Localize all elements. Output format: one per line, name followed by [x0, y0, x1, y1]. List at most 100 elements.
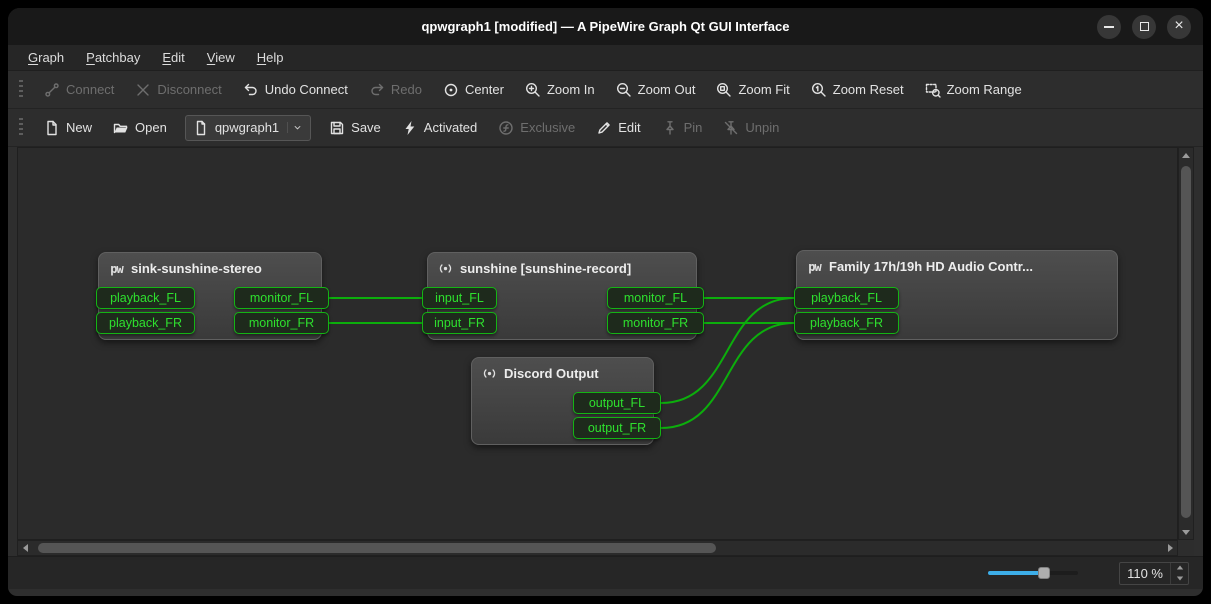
zoom-spinbox[interactable]: 110 %: [1119, 562, 1189, 585]
maximize-icon: [1140, 22, 1149, 31]
port-output_fl[interactable]: output_FL: [573, 392, 661, 414]
patchbay-profile-combobox[interactable]: qpwgraph1: [185, 115, 311, 141]
menu-edit[interactable]: Edit: [152, 47, 194, 68]
toolbar-button-label: Unpin: [745, 120, 779, 135]
pipewire-icon: pw: [807, 259, 822, 274]
horizontal-scroll-track[interactable]: [32, 541, 1163, 555]
scroll-left-button[interactable]: [18, 541, 32, 555]
toolbar-button-label: New: [66, 120, 92, 135]
scroll-up-button[interactable]: [1179, 148, 1193, 162]
node-header: pwsink-sunshine-stereo: [99, 253, 321, 284]
toolbar-button-label: Zoom Fit: [738, 82, 789, 97]
node-header: Discord Output: [472, 358, 653, 389]
minimize-icon: [1104, 26, 1114, 28]
minimize-button[interactable]: [1097, 15, 1121, 39]
menu-view[interactable]: View: [197, 47, 245, 68]
node-title: Family 17h/19h HD Audio Contr...: [829, 259, 1033, 274]
zoom-out-button[interactable]: Zoom Out: [607, 77, 705, 103]
close-icon: ×: [1174, 18, 1183, 34]
vertical-scroll-thumb[interactable]: [1181, 166, 1191, 518]
port-playback_fr[interactable]: playback_FR: [794, 312, 899, 334]
zoom-fit-button[interactable]: Zoom Fit: [707, 77, 798, 103]
pin-button: Pin: [653, 115, 712, 141]
toolbar-button-label: Exclusive: [520, 120, 575, 135]
menu-patchbay[interactable]: Patchbay: [76, 47, 150, 68]
node-title: Discord Output: [504, 366, 599, 381]
connect-icon: [44, 82, 60, 98]
graph-canvas[interactable]: pwsink-sunshine-stereoplayback_FLplaybac…: [17, 147, 1178, 540]
window-title: qpwgraph1 [modified] — A PipeWire Graph …: [421, 19, 789, 34]
main-toolbar: ConnectDisconnectUndo ConnectRedoCenterZ…: [8, 71, 1203, 109]
scroll-down-button[interactable]: [1179, 525, 1193, 539]
zoom-reset-icon: [811, 82, 827, 98]
zoom-in-icon[interactable]: [1090, 565, 1107, 582]
zoom-value: 110 %: [1120, 566, 1170, 581]
zoom-out-icon[interactable]: [959, 565, 976, 582]
node-title: sink-sunshine-stereo: [131, 261, 262, 276]
zoom-in-icon: [525, 82, 541, 98]
port-input_fr[interactable]: input_FR: [422, 312, 497, 334]
save-icon: [329, 120, 345, 136]
node-header: sunshine [sunshine-record]: [428, 253, 696, 284]
port-playback_fl[interactable]: playback_FL: [96, 287, 195, 309]
scroll-right-button[interactable]: [1163, 541, 1177, 555]
center-button[interactable]: Center: [434, 77, 513, 103]
menu-graph[interactable]: Graph: [18, 47, 74, 68]
node-header: pw Family 17h/19h HD Audio Contr...: [797, 251, 1117, 282]
pin-icon: [662, 120, 678, 136]
zoom-range-icon: [925, 82, 941, 98]
title-bar[interactable]: qpwgraph1 [modified] — A PipeWire Graph …: [8, 8, 1203, 45]
horizontal-scrollbar[interactable]: [17, 540, 1178, 556]
activated-button[interactable]: Activated: [393, 115, 486, 141]
zoom-slider[interactable]: [988, 566, 1078, 580]
zoom-slider-handle[interactable]: [1038, 567, 1050, 579]
horizontal-scroll-thumb[interactable]: [38, 543, 717, 553]
app-window: qpwgraph1 [modified] — A PipeWire Graph …: [8, 8, 1203, 596]
open-button[interactable]: Open: [104, 115, 176, 141]
zoom-spin-up-button[interactable]: [1171, 563, 1188, 574]
port-playback_fr[interactable]: playback_FR: [96, 312, 195, 334]
disconnect-icon: [135, 82, 151, 98]
edit-button[interactable]: Edit: [587, 115, 649, 141]
toolbar-drag-handle[interactable]: [19, 118, 23, 138]
speaker-icon: [482, 366, 497, 381]
scrollbar-corner: [1178, 540, 1194, 556]
zoom-slider-track[interactable]: [988, 571, 1078, 575]
unpin-button: Unpin: [714, 115, 788, 141]
port-monitor_fl[interactable]: monitor_FL: [607, 287, 704, 309]
vertical-scroll-track[interactable]: [1179, 162, 1193, 525]
port-monitor_fl[interactable]: monitor_FL: [234, 287, 329, 309]
port-monitor_fr[interactable]: monitor_FR: [234, 312, 329, 334]
center-icon: [443, 82, 459, 98]
port-playback_fl[interactable]: playback_FL: [794, 287, 899, 309]
port-output_fr[interactable]: output_FR: [573, 417, 661, 439]
vertical-scrollbar[interactable]: [1178, 147, 1194, 540]
redo-button: Redo: [360, 77, 431, 103]
toolbar-button-label: Undo Connect: [265, 82, 348, 97]
unpin-icon: [723, 120, 739, 136]
menu-help[interactable]: Help: [247, 47, 294, 68]
close-button[interactable]: ×: [1167, 15, 1191, 39]
save-button[interactable]: Save: [320, 115, 390, 141]
zoom-spin-down-button[interactable]: [1171, 573, 1188, 584]
toolbar-button-label: Redo: [391, 82, 422, 97]
zoom-fit-icon: [716, 82, 732, 98]
new-icon: [44, 120, 60, 136]
toolbar-button-label: Zoom Reset: [833, 82, 904, 97]
port-input_fl[interactable]: input_FL: [422, 287, 497, 309]
toolbar-button-label: Zoom Out: [638, 82, 696, 97]
maximize-button[interactable]: [1132, 15, 1156, 39]
undo-icon: [243, 82, 259, 98]
open-icon: [113, 120, 129, 136]
new-button[interactable]: New: [35, 115, 101, 141]
toolbar-drag-handle[interactable]: [19, 80, 23, 100]
port-monitor_fr[interactable]: monitor_FR: [607, 312, 704, 334]
zoom-range-button[interactable]: Zoom Range: [916, 77, 1031, 103]
toolbar-button-label: Edit: [618, 120, 640, 135]
zoom-in-button[interactable]: Zoom In: [516, 77, 604, 103]
zoom-reset-button[interactable]: Zoom Reset: [802, 77, 913, 103]
disconnect-button: Disconnect: [126, 77, 230, 103]
undo-connect-button[interactable]: Undo Connect: [234, 77, 357, 103]
toolbar-button-label: Open: [135, 120, 167, 135]
file-icon: [193, 120, 209, 136]
